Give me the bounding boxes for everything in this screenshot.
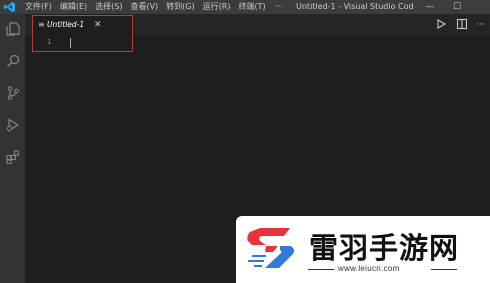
vscode-logo-icon xyxy=(4,2,15,12)
watermark-title: 雷羽手游网 xyxy=(309,231,460,265)
more-menu-button[interactable]: ··· xyxy=(275,0,283,14)
watermark-divider xyxy=(431,269,457,270)
menu-go[interactable]: 转到(G) xyxy=(166,0,194,14)
menu-view[interactable]: 查看(V) xyxy=(130,0,158,14)
menu-run[interactable]: 运行(R) xyxy=(203,0,231,14)
menu-file[interactable]: 文件(F) xyxy=(25,0,52,14)
run-icon[interactable] xyxy=(434,17,448,31)
window-title: Untitled-1 - Visual Studio Code [... xyxy=(296,2,414,11)
split-editor-icon[interactable] xyxy=(455,17,469,31)
minimize-button[interactable]: — xyxy=(420,0,440,14)
highlight-box xyxy=(32,15,133,52)
maximize-button[interactable]: ☐ xyxy=(447,0,467,14)
run-debug-icon[interactable] xyxy=(6,118,20,132)
extensions-icon[interactable] xyxy=(6,150,20,164)
watermark: 雷羽手游网 www.leiucn.com xyxy=(236,216,490,283)
watermark-divider xyxy=(308,269,334,270)
menu-selection[interactable]: 选择(S) xyxy=(95,0,122,14)
leiyu-logo-icon xyxy=(247,228,295,268)
more-actions-button[interactable]: ··· xyxy=(476,14,485,36)
activity-bar xyxy=(0,14,25,283)
explorer-files-icon[interactable] xyxy=(6,22,20,36)
search-icon[interactable] xyxy=(6,54,20,68)
watermark-url: www.leiucn.com xyxy=(338,264,400,273)
title-bar: 文件(F) 编辑(E) 选择(S) 查看(V) 转到(G) 运行(R) 终端(T… xyxy=(0,0,490,14)
source-control-icon[interactable] xyxy=(6,86,20,100)
menu-bar: 文件(F) 编辑(E) 选择(S) 查看(V) 转到(G) 运行(R) 终端(T… xyxy=(25,0,266,14)
menu-edit[interactable]: 编辑(E) xyxy=(60,0,87,14)
menu-terminal[interactable]: 终端(T) xyxy=(238,0,265,14)
